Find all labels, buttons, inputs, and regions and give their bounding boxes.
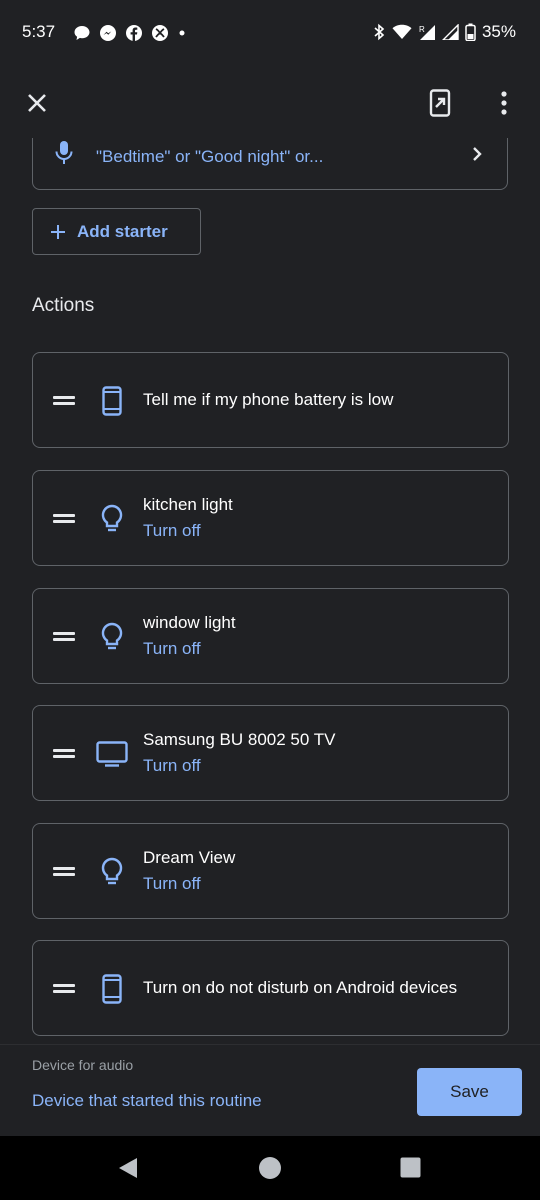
close-icon bbox=[28, 94, 46, 112]
phone-icon bbox=[97, 385, 127, 417]
drag-handle[interactable] bbox=[53, 632, 75, 642]
bluetooth-icon bbox=[374, 23, 385, 41]
action-subtitle: Turn off bbox=[143, 756, 201, 775]
action-title: Turn on do not disturb on Android device… bbox=[143, 978, 458, 997]
starter-phrases: "Bedtime" or "Good night" or... bbox=[96, 147, 324, 166]
chat-bubble-icon bbox=[74, 26, 90, 40]
action-title: Tell me if my phone battery is low bbox=[143, 390, 394, 409]
add-starter-button[interactable]: Add starter bbox=[32, 208, 201, 255]
battery-icon bbox=[465, 23, 476, 41]
save-button[interactable]: Save bbox=[417, 1068, 522, 1116]
mic-icon bbox=[55, 141, 73, 164]
system-status: R 35% bbox=[372, 22, 516, 42]
action-subtitle: Turn off bbox=[143, 639, 201, 658]
bottom-panel: Device for audio Device that started thi… bbox=[0, 1044, 540, 1137]
messenger-icon bbox=[100, 25, 116, 41]
open-in-app-icon bbox=[429, 89, 451, 117]
more-vert-icon bbox=[501, 91, 507, 115]
action-card[interactable]: window light Turn off bbox=[32, 588, 509, 684]
drag-handle[interactable] bbox=[53, 514, 75, 524]
lightbulb-icon bbox=[97, 856, 127, 888]
action-card[interactable]: Tell me if my phone battery is low bbox=[32, 352, 509, 448]
drag-handle[interactable] bbox=[53, 984, 75, 994]
drag-handle[interactable] bbox=[53, 867, 75, 877]
open-in-app-button[interactable] bbox=[420, 83, 460, 123]
status-time: 5:37 bbox=[22, 22, 56, 41]
signal-icon bbox=[441, 24, 459, 40]
audio-device-label: Device for audio bbox=[32, 1057, 134, 1073]
more-options-button[interactable] bbox=[488, 83, 520, 123]
back-icon[interactable] bbox=[117, 1156, 139, 1180]
action-title: window light bbox=[143, 613, 236, 632]
action-title: Dream View bbox=[143, 848, 236, 867]
app-bar bbox=[0, 66, 540, 138]
lightbulb-icon bbox=[97, 621, 127, 653]
routine-content[interactable]: "Bedtime" or "Good night" or... Add star… bbox=[0, 138, 540, 1044]
actions-heading: Actions bbox=[32, 295, 95, 316]
action-card[interactable]: Dream View Turn off bbox=[32, 823, 509, 919]
action-card[interactable]: kitchen light Turn off bbox=[32, 470, 509, 566]
action-title: Samsung BU 8002 50 TV bbox=[143, 730, 336, 749]
xbox-icon bbox=[152, 25, 168, 41]
action-subtitle: Turn off bbox=[143, 521, 201, 540]
audio-device-selector[interactable]: Device that started this routine bbox=[32, 1091, 262, 1111]
dot-icon bbox=[179, 30, 185, 36]
drag-handle[interactable] bbox=[53, 749, 75, 759]
plus-icon bbox=[51, 224, 65, 239]
recents-icon[interactable] bbox=[400, 1157, 421, 1178]
system-nav-bar bbox=[0, 1136, 540, 1200]
add-starter-label: Add starter bbox=[77, 221, 168, 241]
home-icon[interactable] bbox=[258, 1156, 282, 1180]
battery-percent: 35% bbox=[481, 22, 516, 41]
close-button[interactable] bbox=[17, 83, 57, 123]
signal-roaming-icon: R bbox=[419, 25, 435, 40]
chevron-right-icon bbox=[473, 147, 482, 161]
notification-icons bbox=[73, 22, 187, 44]
svg-text:R: R bbox=[419, 25, 425, 34]
action-title: kitchen light bbox=[143, 495, 233, 514]
facebook-icon bbox=[126, 25, 142, 41]
tv-icon bbox=[95, 738, 129, 770]
starter-card[interactable]: "Bedtime" or "Good night" or... bbox=[32, 138, 508, 190]
wifi-icon bbox=[392, 24, 412, 39]
phone-icon bbox=[97, 973, 127, 1005]
action-subtitle: Turn off bbox=[143, 874, 201, 893]
status-bar: 5:37 R 35% bbox=[0, 0, 540, 66]
lightbulb-icon bbox=[97, 503, 127, 535]
action-card[interactable]: Samsung BU 8002 50 TV Turn off bbox=[32, 705, 509, 801]
action-card[interactable]: Turn on do not disturb on Android device… bbox=[32, 940, 509, 1036]
drag-handle[interactable] bbox=[53, 396, 75, 406]
